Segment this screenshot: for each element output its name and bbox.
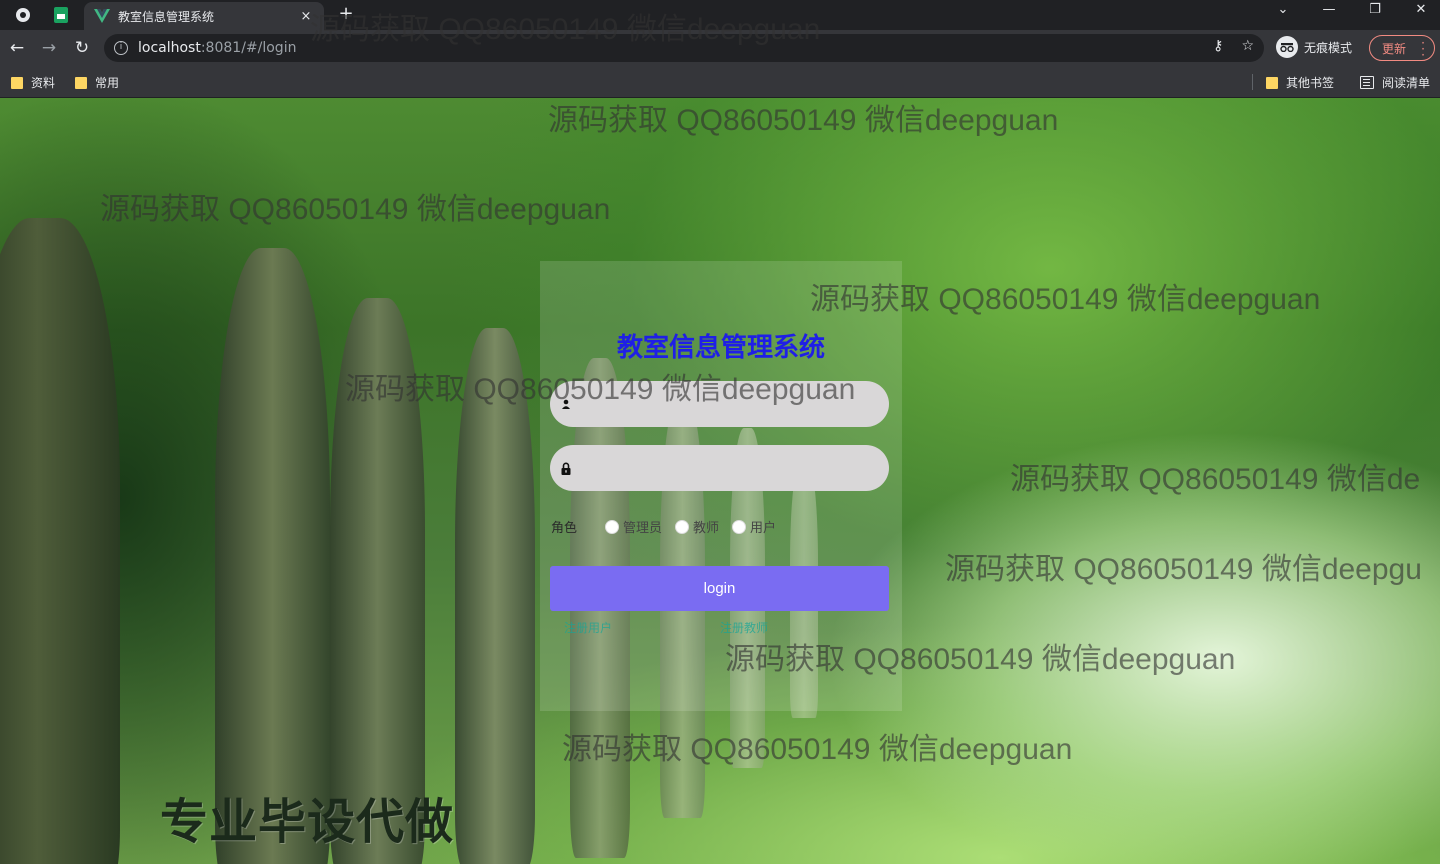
role-option-admin[interactable]: 管理员 [605, 517, 662, 536]
tree-trunk [215, 248, 330, 864]
role-option-user[interactable]: 用户 [732, 517, 776, 536]
watermark-text: 源码获取 QQ86050149 微信deepguan [345, 373, 856, 406]
tree-trunk [455, 328, 535, 864]
lock-icon [561, 462, 571, 475]
login-button[interactable]: login [550, 566, 889, 611]
watermark-text: 源码获取 QQ86050149 微信deepguan [562, 733, 1073, 766]
bookmark-label: 常用 [95, 76, 120, 90]
bookmark-label: 阅读清单 [1382, 76, 1431, 90]
folder-icon [1266, 76, 1278, 89]
url-host: localhost [138, 40, 201, 56]
incognito-label: 无痕模式 [1304, 40, 1353, 55]
folder-icon [75, 76, 87, 89]
bookmark-folder-ziliao[interactable]: 资料 [11, 74, 55, 91]
watermark-text: 源码获取 QQ86050149 微信deepguan [725, 643, 1236, 676]
sheets-app-icon[interactable] [50, 4, 72, 26]
site-info-icon[interactable]: i [114, 41, 128, 55]
role-selector: 角色 管理员 教师 用户 [551, 517, 789, 536]
bookmark-star-icon[interactable]: ☆ [1241, 38, 1254, 54]
watermark-text: 源码获取 QQ86050149 微信de [1010, 463, 1421, 496]
watermark-text: 源码获取 QQ86050149 微信deepgu [945, 553, 1422, 586]
bookmark-folder-changyong[interactable]: 常用 [75, 74, 119, 91]
url-path: :8081/#/login [200, 40, 297, 56]
chrome-menu-icon[interactable] [12, 4, 34, 26]
incognito-icon [1276, 36, 1298, 58]
close-window-button[interactable]: ✕ [1406, 2, 1436, 17]
role-option-label: 教师 [693, 521, 720, 536]
role-option-label: 管理员 [623, 521, 663, 536]
watermark-text: 源码获取 QQ86050149 微信deepguan [100, 193, 611, 226]
minimize-button[interactable]: — [1314, 2, 1344, 17]
bookmarks-bar: 资料 常用 其他书签 阅读清单 [0, 66, 1440, 98]
watermark-text: 源码获取 QQ86050149 微信deepguan [810, 283, 1321, 316]
role-option-teacher[interactable]: 教师 [675, 517, 719, 536]
radio-button[interactable] [605, 519, 620, 534]
tree-trunk [0, 218, 120, 864]
bookmark-separator [1252, 74, 1253, 90]
restore-button[interactable]: ❐ [1360, 2, 1390, 17]
password-input[interactable] [579, 445, 889, 491]
role-label: 角色 [551, 521, 578, 536]
vue-favicon-icon [94, 9, 110, 23]
system-title: 教室信息管理系统 [616, 333, 825, 363]
tab-title: 教室信息管理系统 [118, 9, 215, 24]
watermark-text: 源码获取 QQ86050149 微信deepguan [548, 104, 1059, 137]
folder-icon [11, 76, 23, 89]
bookmark-label: 资料 [31, 76, 56, 90]
forward-button[interactable]: → [39, 38, 59, 58]
key-icon[interactable]: ⚷ [1213, 38, 1223, 54]
incognito-indicator[interactable]: 无痕模式 [1276, 36, 1352, 58]
watermark-text: 源码获取 QQ86050149 微信deepguan [310, 13, 821, 46]
update-button[interactable]: 更新 · · · [1369, 35, 1435, 61]
update-label: 更新 [1382, 41, 1407, 56]
tab-search-icon[interactable]: ⌄ [1268, 2, 1298, 17]
back-button[interactable]: ← [7, 38, 27, 58]
radio-button[interactable] [675, 519, 690, 534]
radio-button[interactable] [732, 519, 747, 534]
active-tab[interactable]: 教室信息管理系统 × [84, 2, 324, 30]
register-user-link[interactable]: 注册用户 [564, 619, 612, 636]
more-menu-icon[interactable]: · · · [1421, 37, 1425, 61]
password-field[interactable] [550, 445, 889, 491]
background-caption: 专业毕设代做 [160, 794, 455, 850]
reload-button[interactable]: ↻ [72, 38, 92, 58]
other-bookmarks-folder[interactable]: 其他书签 [1266, 74, 1334, 91]
bookmark-label: 其他书签 [1286, 76, 1335, 90]
reading-list-button[interactable]: 阅读清单 [1360, 74, 1430, 91]
role-option-label: 用户 [750, 521, 777, 536]
reading-list-icon [1360, 76, 1374, 89]
